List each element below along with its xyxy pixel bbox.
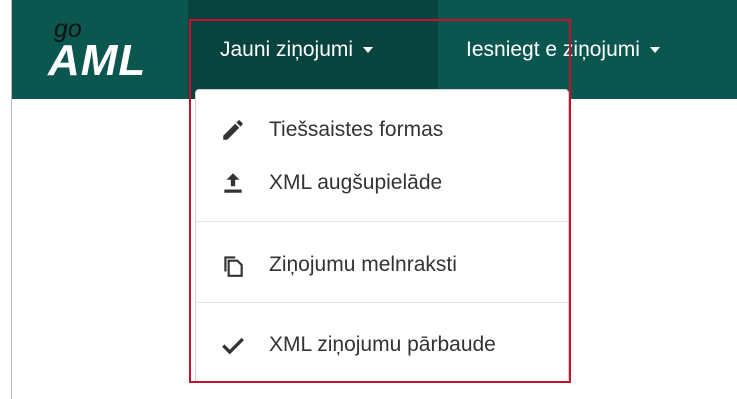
new-reports-dropdown: Tiešsaistes formas XML augšupielāde Ziņo…: [195, 89, 569, 383]
copy-icon: [218, 250, 248, 280]
menu-item-label: XML ziņojumu pārbaude: [269, 333, 496, 356]
menu-divider: [196, 302, 568, 303]
menu-item-xml-upload[interactable]: XML augšupielāde: [196, 160, 568, 206]
menu-item-online-forms[interactable]: Tiešsaistes formas: [196, 107, 568, 153]
goaml-logo[interactable]: go AML: [32, 14, 152, 84]
caret-down-icon: [649, 46, 660, 53]
nav-submitted-reports-menu[interactable]: Iesniegt e ziņojumi: [466, 0, 660, 99]
menu-item-drafts[interactable]: Ziņojumu melnraksti: [196, 242, 568, 288]
nav-new-reports-menu[interactable]: Jauni ziņojumi: [188, 0, 438, 99]
menu-item-label: Tiešsaistes formas: [269, 118, 444, 141]
menu-divider: [196, 221, 568, 222]
menu-item-xml-validation[interactable]: XML ziņojumu pārbaude: [196, 322, 568, 368]
menu-item-label: Ziņojumu melnraksti: [269, 253, 457, 276]
menu-item-label: XML augšupielāde: [269, 171, 443, 194]
logo-name: AML: [48, 36, 147, 85]
caret-down-icon: [363, 46, 374, 53]
check-icon: [218, 330, 248, 360]
nav-new-reports-label: Jauni ziņojumi: [220, 37, 354, 61]
upload-icon: [218, 168, 248, 198]
pencil-icon: [218, 115, 248, 145]
nav-submitted-reports-label: Iesniegt e ziņojumi: [466, 37, 640, 61]
